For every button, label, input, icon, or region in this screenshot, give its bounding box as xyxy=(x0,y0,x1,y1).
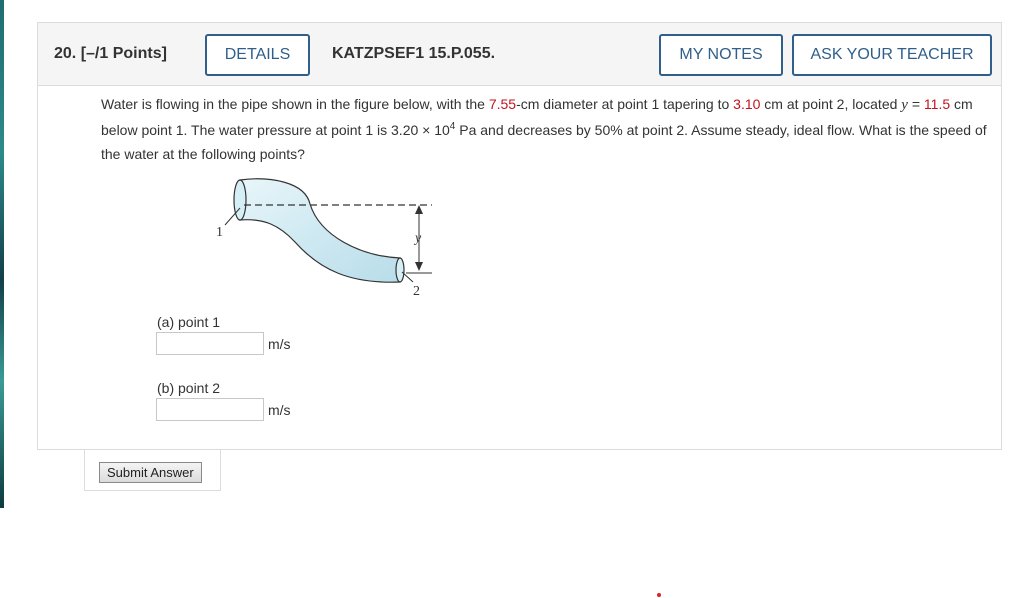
pipe-inlet xyxy=(233,179,247,221)
arrow-up-icon xyxy=(415,205,423,214)
pipe-figure: 1 2 y xyxy=(216,178,432,299)
pipe-body xyxy=(239,178,401,283)
diameter-point-1: 7.55 xyxy=(488,96,517,112)
problem-code: KATZPSEF1 15.P.055. xyxy=(332,45,496,62)
my-notes-button[interactable]: MY NOTES xyxy=(659,34,783,76)
question-header: 20. [–/1 Points] DETAILS KATZPSEF1 15.P.… xyxy=(38,23,1001,86)
question-points: 20. [–/1 Points] xyxy=(54,45,167,63)
question-text-segment: -cm diameter at point 1 tapering to xyxy=(516,96,734,112)
y-variable: y xyxy=(901,97,908,113)
points-label: [–/1 Points] xyxy=(80,45,167,62)
part-a-unit: m/s xyxy=(268,336,291,352)
part-a-answer-input[interactable] xyxy=(156,332,264,355)
part-a-label: (a) point 1 xyxy=(157,314,221,330)
background-strip xyxy=(0,0,4,508)
question-text: Water is flowing in the pipe shown in th… xyxy=(101,92,991,167)
question-number: 20. xyxy=(54,45,77,62)
question-text-segment: = xyxy=(907,96,924,112)
point-2-label: 2 xyxy=(413,284,420,299)
pipe-outlet xyxy=(395,257,405,283)
ask-your-teacher-button[interactable]: ASK YOUR TEACHER xyxy=(792,34,992,76)
y-dimension-label: y xyxy=(413,231,422,246)
diameter-point-2: 3.10 xyxy=(733,96,761,112)
part-b-unit: m/s xyxy=(268,402,291,418)
part-b-label: (b) point 2 xyxy=(157,380,221,396)
part-b-answer-input[interactable] xyxy=(156,398,264,421)
arrow-down-icon xyxy=(415,262,423,271)
submit-answer-button[interactable]: Submit Answer xyxy=(99,462,202,483)
question-text-segment: cm at point 2, located xyxy=(760,96,902,112)
height-y-value: 11.5 xyxy=(923,96,951,112)
point-1-label: 1 xyxy=(216,225,223,240)
details-button[interactable]: DETAILS xyxy=(205,34,310,76)
question-text-segment: Water is flowing in the pipe shown in th… xyxy=(101,96,489,112)
red-dot xyxy=(657,593,661,597)
